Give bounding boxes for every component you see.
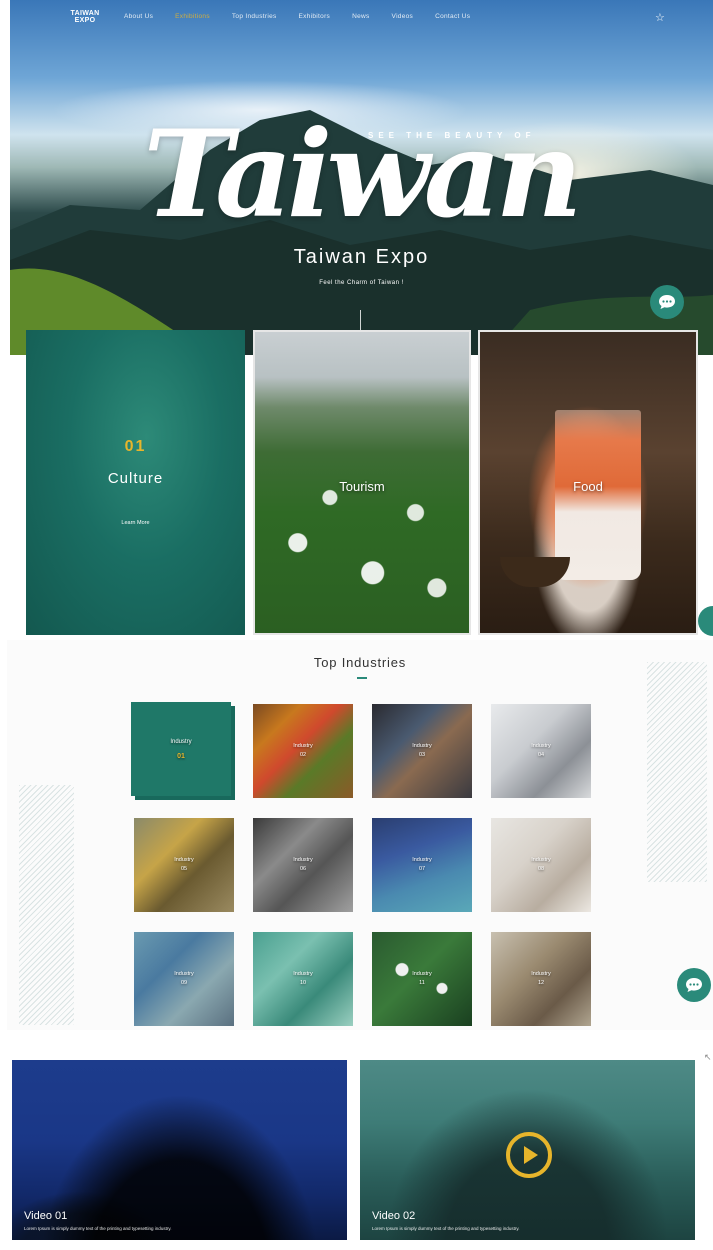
nav-top-industries[interactable]: Top Industries [232,13,277,20]
industry-label: Industry [174,971,194,977]
chat-bubble-icon [686,978,702,992]
industry-tile-09[interactable]: Industry 09 [134,932,234,1026]
bubble-tea-glass [555,410,641,580]
card-culture[interactable]: 01 Culture Learn More [26,330,245,635]
industry-label: Industry [531,857,551,863]
nav-news[interactable]: News [352,13,369,20]
top-industries-section: Top Industries Industry 01 Industry 02 Ind… [7,640,713,1030]
industry-tile-04[interactable]: Industry 04 [491,704,591,798]
industry-tile-07[interactable]: Industry 07 [372,818,472,912]
industry-tile-01[interactable]: Industry 01 [131,702,231,796]
industry-label: Industry [293,743,313,749]
section-title: Top Industries [313,655,407,670]
industry-label: Industry [412,743,432,749]
industry-number: 01 [177,753,185,760]
industry-label: Industry [293,857,313,863]
industry-label: Industry [412,971,432,977]
industry-label: Industry [412,857,432,863]
industry-number: 04 [537,752,545,758]
logo-line-2: EXPO [74,17,96,24]
industry-tile-12[interactable]: Industry 12 [491,932,591,1026]
industry-tile-08[interactable]: Industry 08 [491,818,591,912]
hero-tagline: SEE THE BEAUTY OF [368,131,536,140]
industry-number: 05 [180,866,188,872]
video-description: Lorem Ipsum is simply dummy text of the … [24,1226,172,1231]
industry-label: Industry [174,857,194,863]
nav-about-us[interactable]: About Us [124,13,153,20]
industry-label: Industry [170,739,192,745]
nav-exhibitors[interactable]: Exhibitors [299,13,331,20]
hero-banner: TAIWAN EXPO About Us Exhibitions Top Ind… [10,0,713,355]
nav-contact-us[interactable]: Contact Us [435,13,470,20]
industry-number: 03 [418,752,426,758]
logo-line-1: TAIWAN [70,10,100,17]
video-title: Video 01 [24,1210,68,1222]
industry-tile-06[interactable]: Industry 06 [253,818,353,912]
industry-tile-11[interactable]: Industry 11 [372,932,472,1026]
nav-exhibitions[interactable]: Exhibitions [175,13,210,20]
industry-number: 08 [537,866,545,872]
video-description: Lorem Ipsum is simply dummy text of the … [372,1226,520,1231]
chat-button[interactable] [650,285,684,319]
industry-tile-02[interactable]: Industry 02 [253,704,353,798]
decorative-stripes [647,662,707,882]
industry-tile-03[interactable]: Industry 03 [372,704,472,798]
industry-tile-05[interactable]: Industry 05 [134,818,234,912]
chat-bubble-icon [659,295,675,309]
card-number: 01 [124,438,147,455]
industry-number: 11 [419,980,425,986]
industry-number: 07 [418,866,426,872]
video-card-01[interactable]: Video 01 Lorem Ipsum is simply dummy tex… [12,1060,347,1240]
star-icon[interactable]: ☆ [655,11,665,24]
chat-button[interactable] [677,968,711,1002]
industry-number: 10 [299,980,307,986]
videos-section: Video 01 Lorem Ipsum is simply dummy tex… [0,1030,713,1250]
industry-number: 12 [537,980,545,986]
learn-more-link[interactable]: Learn More [26,520,245,526]
taiwan-expo-logo[interactable]: TAIWAN EXPO [68,10,102,30]
video-card-02[interactable]: Video 02 Lorem Ipsum is simply dummy tex… [360,1060,695,1240]
hero-title: Taiwan Expo [293,246,430,268]
top-navigation: TAIWAN EXPO About Us Exhibitions Top Ind… [10,0,713,36]
industry-number: 09 [180,980,188,986]
industry-tile-10[interactable]: Industry 10 [253,932,353,1026]
card-title: Food [573,479,603,494]
card-title: Culture [107,470,164,487]
video-title: Video 02 [372,1210,416,1222]
play-button[interactable] [506,1132,552,1178]
hero-subtitle: Feel the Charm of Taiwan ! [319,280,404,286]
scroll-indicator[interactable] [360,310,361,330]
industry-label: Industry [531,743,551,749]
card-title: Tourism [339,479,385,494]
card-tourism[interactable]: Tourism [253,330,471,635]
feature-cards: 01 Culture Learn More Tourism Food [10,330,713,640]
industry-number: 06 [299,866,307,872]
hero-script-title: Taiwan [143,104,582,245]
industry-number: 02 [299,752,307,758]
decorative-stripes [19,785,74,1025]
title-underline [357,677,367,679]
industry-label: Industry [293,971,313,977]
mouse-cursor-icon: ↖ [704,1052,712,1062]
main-nav: About Us Exhibitions Top Industries Exhi… [124,13,492,20]
card-food[interactable]: Food [478,330,698,635]
play-icon [524,1146,538,1164]
industry-label: Industry [531,971,551,977]
nav-videos[interactable]: Videos [392,13,414,20]
